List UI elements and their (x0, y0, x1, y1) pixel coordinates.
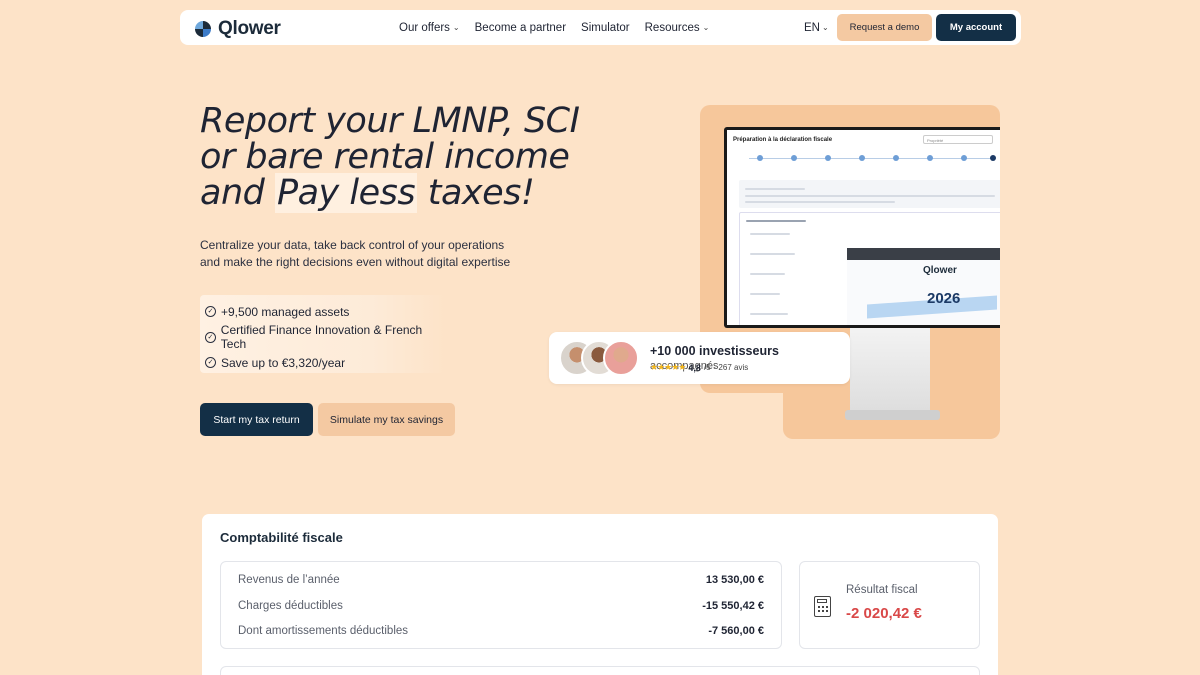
stepper-dot (859, 155, 865, 161)
qlower-logo-icon (195, 21, 211, 37)
feature-text: +9,500 managed assets (221, 304, 350, 319)
headline-line-3: and Pay less taxes! (200, 173, 580, 213)
rating-scale: /5 (703, 363, 711, 372)
stepper-dot (927, 155, 933, 161)
headline-line-3-end: taxes! (427, 173, 535, 213)
screen-text-line (750, 293, 780, 295)
row-label: Charges déductibles (238, 600, 343, 612)
stepper-dot-active (990, 155, 996, 161)
chevron-down-icon: ⌄ (452, 23, 460, 32)
screen-property-select: Propriété (923, 135, 993, 144)
start-tax-return-button[interactable]: Start my tax return (200, 403, 313, 436)
screen-text-line (745, 201, 895, 203)
check-circle-icon: ✓ (205, 357, 216, 369)
review-count: · 267 avis (713, 363, 749, 372)
check-circle-icon: ✓ (205, 306, 216, 318)
stepper-dot (757, 155, 763, 161)
screen-text-line (745, 188, 805, 190)
request-demo-button[interactable]: Request a demo (837, 14, 932, 41)
stepper-dot (961, 155, 967, 161)
check-circle-icon: ✓ (205, 331, 216, 343)
rating: ★★★★★ 4,8/5 · 267 avis (650, 362, 748, 373)
feature-item: ✓ +9,500 managed assets (205, 299, 445, 325)
accounting-row: Dont amortissements déductibles -7 560,0… (238, 621, 764, 641)
headline-line-3-start: and (200, 173, 265, 213)
feature-text: Save up to €3,320/year (221, 355, 346, 370)
calculator-icon (814, 596, 831, 617)
star-rating-icon: ★★★★★ (650, 362, 686, 372)
feature-list: ✓ +9,500 managed assets ✓ Certified Fina… (200, 295, 445, 373)
hero-headline: Report your LMNP, SCI or bare rental inc… (200, 101, 580, 213)
language-label: EN (804, 21, 820, 34)
screen-title: Préparation à la déclaration fiscale (733, 137, 833, 143)
headline-line-1: Report your LMNP, SCI (200, 101, 580, 141)
my-account-button[interactable]: My account (936, 14, 1016, 41)
screen-text-line (750, 273, 785, 275)
top-navbar: Qlower Our offers ⌄ Become a partner Sim… (180, 10, 1021, 45)
screen-info-box (739, 180, 1000, 208)
hero-subtitle: Centralize your data, take back control … (200, 238, 511, 269)
rating-value: 4,8 (688, 362, 701, 373)
tax-accounting-card: Comptabilité fiscale Revenus de l’année … (202, 514, 998, 675)
nav-our-offers-label: Our offers (399, 21, 450, 34)
pdf-viewer-toolbar (847, 248, 1000, 260)
headline-line-2: or bare rental income (200, 137, 570, 177)
screen-text-line (750, 253, 795, 255)
screen-text-line (745, 195, 995, 197)
next-section-box (220, 666, 980, 675)
monitor-stand-base (845, 410, 940, 420)
screen-text-line (750, 313, 788, 315)
row-label: Revenus de l’année (238, 574, 340, 586)
monitor-stand (850, 323, 930, 418)
stepper-dot (825, 155, 831, 161)
monitor-screen: Préparation à la déclaration fiscale Pro… (727, 130, 1000, 325)
brand-logo[interactable]: Qlower (194, 18, 281, 40)
row-label: Dont amortissements déductibles (238, 625, 409, 637)
nav-resources-label: Resources (644, 21, 700, 34)
row-value: 13 530,00 € (705, 574, 764, 586)
row-value: -15 550,42 € (702, 600, 764, 612)
screen-text-line (746, 220, 806, 222)
simulate-savings-button[interactable]: Simulate my tax savings (318, 403, 455, 436)
stepper-dot (893, 155, 899, 161)
nav-become-partner-label: Become a partner (474, 21, 567, 34)
nav-simulator-label: Simulator (581, 21, 630, 34)
fiscal-result-box: Résultat fiscal -2 020,42 € (799, 561, 980, 649)
document-year: 2026 (927, 290, 961, 307)
feature-item: ✓ Save up to €3,320/year (205, 350, 445, 376)
chevron-down-icon: ⌄ (821, 23, 829, 32)
accounting-rows: Revenus de l’année 13 530,00 € Charges d… (220, 561, 782, 649)
fiscal-result-value: -2 020,42 € (846, 605, 922, 622)
nav-simulator[interactable]: Simulator (581, 22, 630, 34)
language-selector[interactable]: EN ⌄ (804, 10, 829, 45)
monitor-illustration: Préparation à la déclaration fiscale Pro… (724, 127, 1000, 328)
nav-our-offers[interactable]: Our offers ⌄ (399, 22, 460, 34)
nav-resources[interactable]: Resources ⌄ (645, 22, 710, 34)
screen-stepper (749, 158, 994, 159)
investors-count-number: +10 000 investisseurs (650, 344, 779, 358)
brand-name: Qlower (218, 18, 281, 39)
card-title: Comptabilité fiscale (220, 530, 343, 545)
row-value: -7 560,00 € (708, 625, 764, 637)
nav-become-partner[interactable]: Become a partner (475, 22, 566, 34)
chevron-down-icon: ⌄ (702, 23, 710, 32)
accounting-row: Charges déductibles -15 550,42 € (238, 596, 764, 616)
screen-text-line (750, 233, 790, 235)
fiscal-result-label: Résultat fiscal (846, 584, 918, 596)
accounting-row: Revenus de l’année 13 530,00 € (238, 570, 764, 590)
headline-highlight: Pay less (275, 173, 418, 213)
stepper-dot (791, 155, 797, 161)
document-logo-text: Qlower (923, 265, 957, 276)
nav-links: Our offers ⌄ Become a partner Simulator … (399, 10, 709, 45)
investors-badge: +10 000 investisseurs accompagnés ★★★★★ … (549, 332, 850, 384)
feature-text: Certified Finance Innovation & French Te… (220, 323, 423, 352)
feature-item: ✓ Certified Finance Innovation & French … (205, 323, 445, 352)
avatar (603, 340, 639, 376)
